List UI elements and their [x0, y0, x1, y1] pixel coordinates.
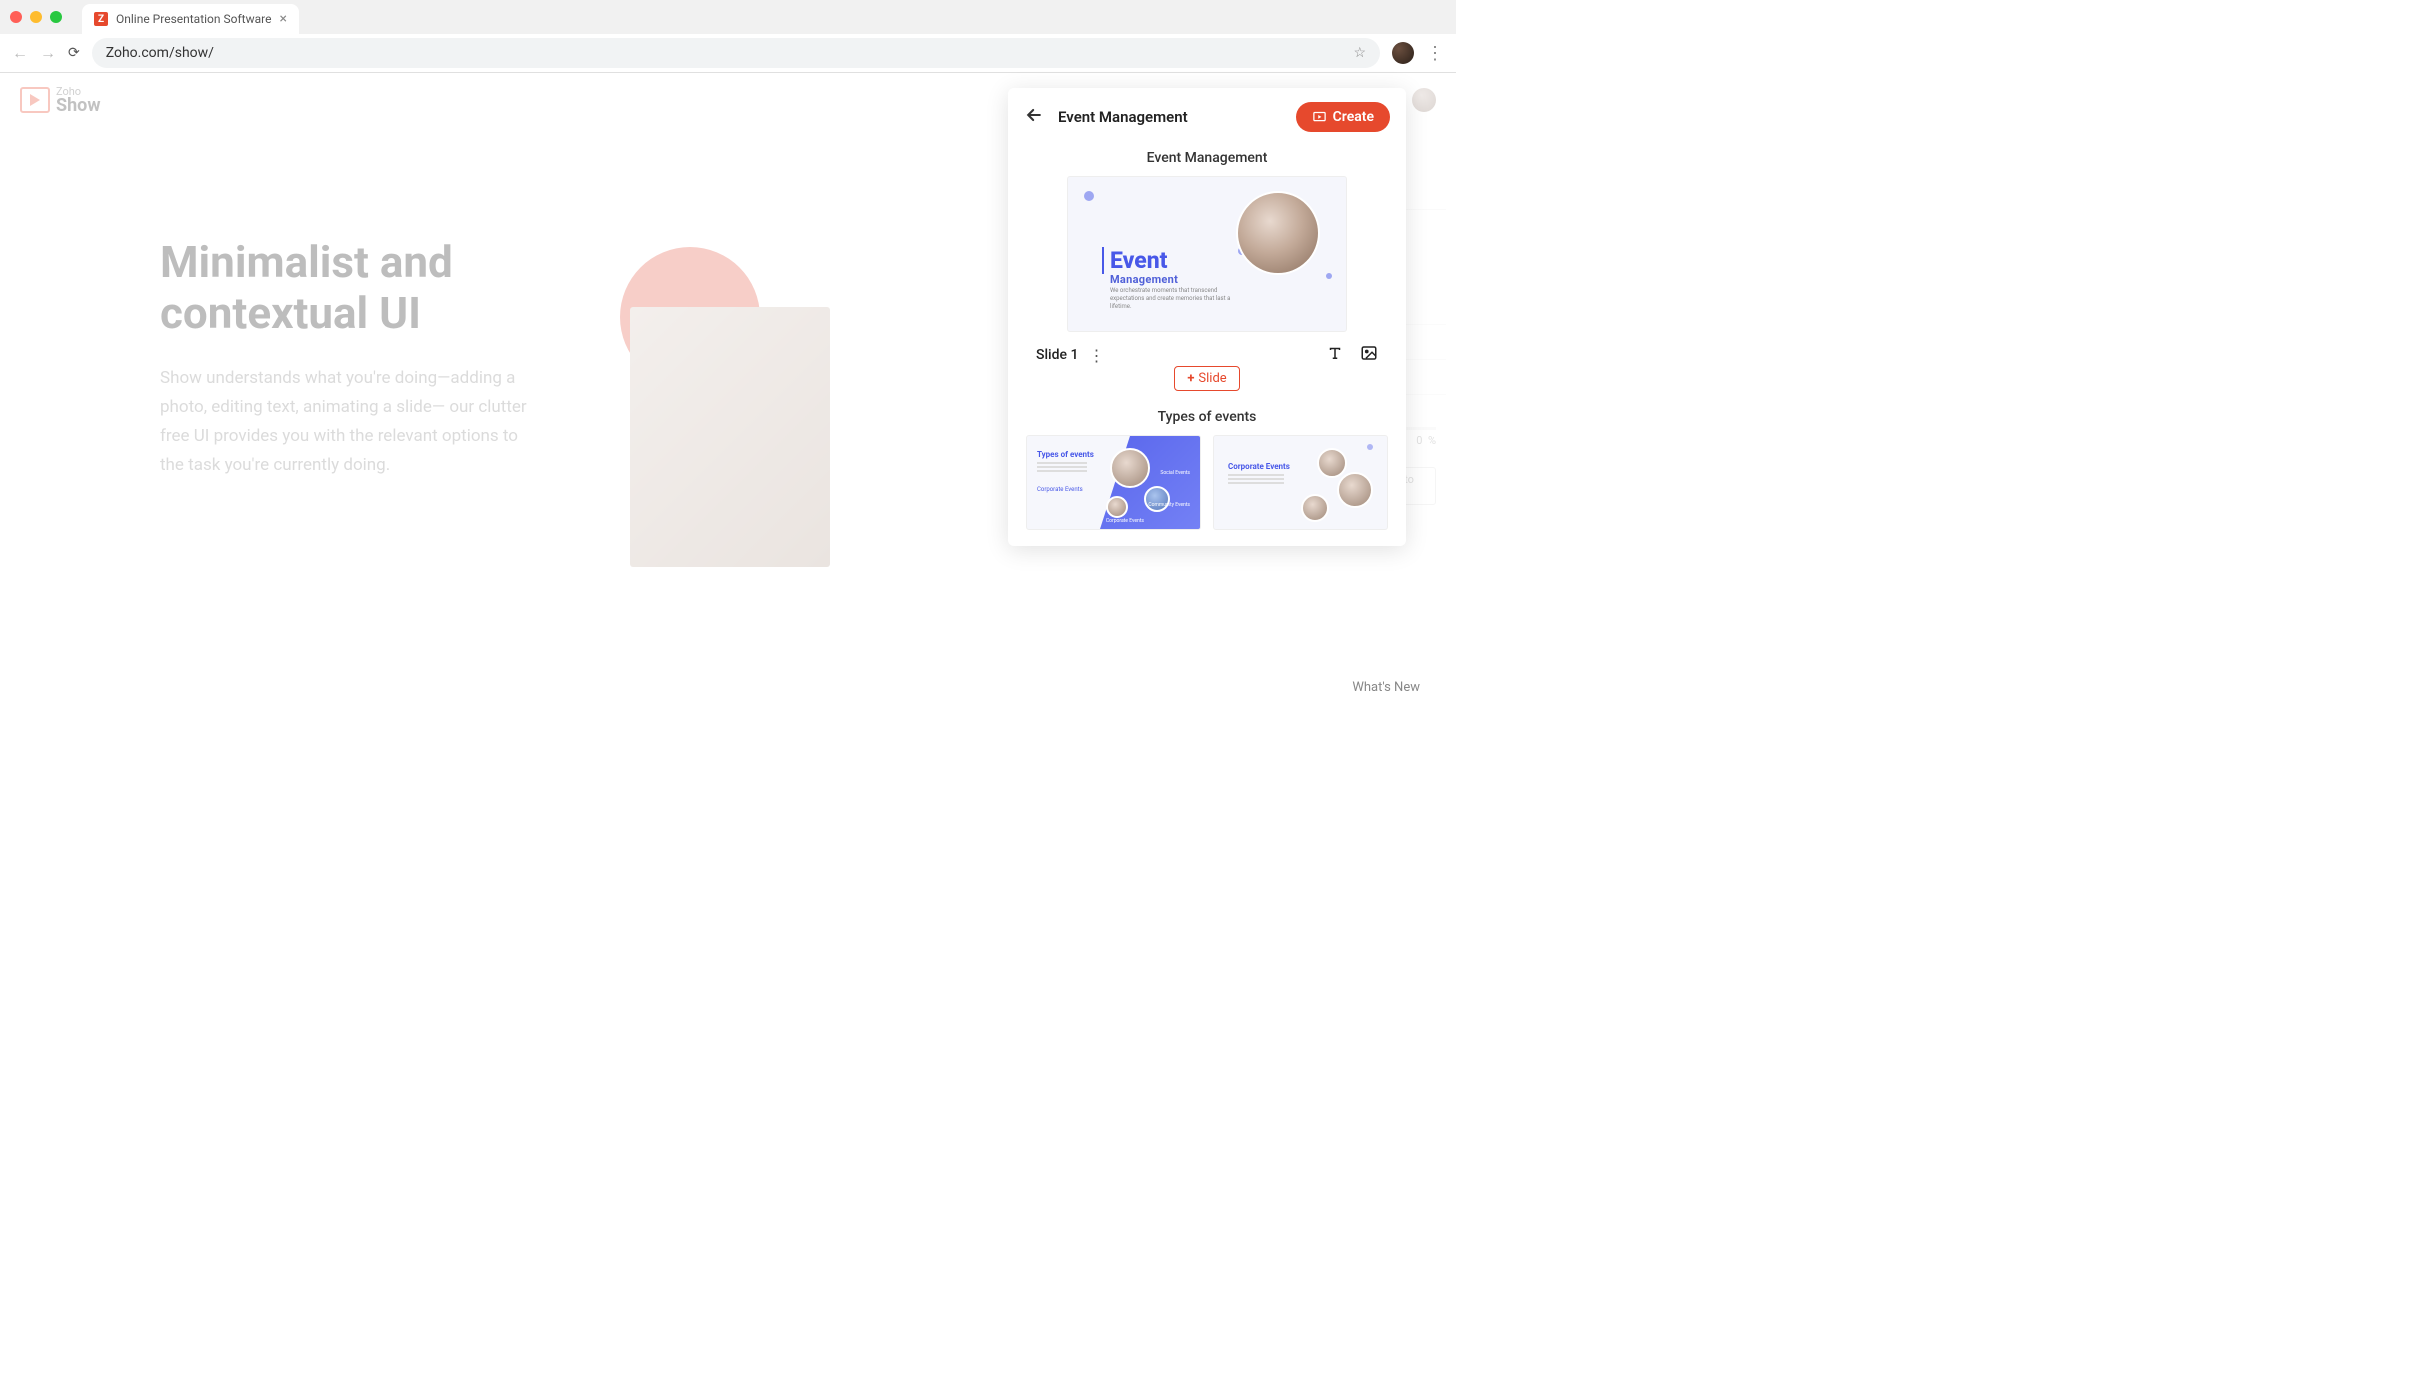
back-button[interactable]: ←: [12, 43, 28, 63]
photo-circle: [1337, 472, 1373, 508]
image-tool-icon[interactable]: [1360, 344, 1378, 366]
photo-circle: [1110, 448, 1150, 488]
panel-header: Event Management Create: [1008, 88, 1406, 146]
panel-body: Event Management Event Management We orc…: [1008, 146, 1406, 546]
slide-subtitle: Management: [1110, 273, 1178, 286]
text-tool-icon[interactable]: [1326, 344, 1344, 366]
slide-options-icon[interactable]: ⋮: [1088, 346, 1104, 365]
text-lines-decoration: [1037, 462, 1087, 464]
section-title: Types of events: [1026, 409, 1388, 425]
close-tab-icon[interactable]: ×: [279, 11, 286, 27]
slide-preview-large[interactable]: Event Management We orchestrate moments …: [1067, 176, 1347, 332]
add-slide-row: + Slide: [1026, 366, 1388, 391]
browser-menu-icon[interactable]: ⋮: [1426, 43, 1444, 64]
slide-photo-circle: [1236, 191, 1320, 275]
browser-tab[interactable]: Z Online Presentation Software ×: [82, 4, 299, 34]
photo-circle: [1106, 496, 1128, 518]
plus-icon: +: [1187, 371, 1194, 386]
logo-text-main: Show: [56, 97, 101, 115]
hero-text: Minimalist and contextual UI Show unders…: [160, 237, 530, 480]
photo-circle: [1301, 494, 1329, 522]
slide-thumbnail[interactable]: Corporate Events: [1213, 435, 1388, 530]
slide-thumbnails-row: Types of events Corporate Events Social …: [1026, 435, 1388, 530]
slide-thumbnail[interactable]: Types of events Corporate Events Social …: [1026, 435, 1201, 530]
hero-paragraph: Show understands what you're doing—addin…: [160, 364, 530, 480]
hero-heading: Minimalist and contextual UI: [160, 237, 530, 338]
template-preview-panel: Event Management Create Event Management…: [1008, 88, 1406, 546]
logo-mark-icon: [20, 87, 50, 113]
url-text: Zoho.com/show/: [106, 45, 214, 61]
presentation-icon: [1312, 110, 1327, 125]
back-arrow-icon[interactable]: [1024, 105, 1044, 130]
slide-label: Slide 1: [1036, 347, 1078, 363]
decorative-dot: [1084, 191, 1094, 201]
slide-description: We orchestrate moments that transcend ex…: [1110, 287, 1240, 310]
window-controls: [10, 11, 62, 23]
tab-title: Online Presentation Software: [116, 12, 271, 26]
user-avatar[interactable]: [1412, 88, 1436, 112]
toolbar: ← → ⟳ Zoho.com/show/ ☆ ⋮: [0, 34, 1456, 72]
section-title: Event Management: [1026, 150, 1388, 166]
photo-circle: [1317, 448, 1347, 478]
text-lines-decoration: [1228, 474, 1284, 476]
browser-chrome: Z Online Presentation Software × ← → ⟳ Z…: [0, 0, 1456, 73]
address-bar[interactable]: Zoho.com/show/ ☆: [92, 38, 1380, 68]
slide-title: Event: [1102, 247, 1168, 274]
tab-strip: Z Online Presentation Software ×: [0, 0, 1456, 34]
create-button[interactable]: Create: [1296, 102, 1390, 132]
decorative-dot: [1367, 444, 1373, 450]
photo-circle: [1144, 486, 1170, 512]
forward-button[interactable]: →: [40, 43, 56, 63]
bookmark-star-icon[interactable]: ☆: [1353, 45, 1366, 61]
whats-new-button[interactable]: What's New: [1338, 674, 1434, 701]
reload-button[interactable]: ⟳: [68, 45, 80, 61]
decorative-dot: [1326, 273, 1332, 279]
favicon: Z: [94, 12, 108, 26]
panel-title: Event Management: [1058, 108, 1188, 126]
maximize-window-button[interactable]: [50, 11, 62, 23]
hero-photo: [630, 307, 830, 567]
minimize-window-button[interactable]: [30, 11, 42, 23]
close-window-button[interactable]: [10, 11, 22, 23]
profile-avatar[interactable]: [1392, 42, 1414, 64]
logo[interactable]: Zoho Show: [20, 86, 101, 115]
add-slide-button[interactable]: + Slide: [1174, 366, 1239, 391]
